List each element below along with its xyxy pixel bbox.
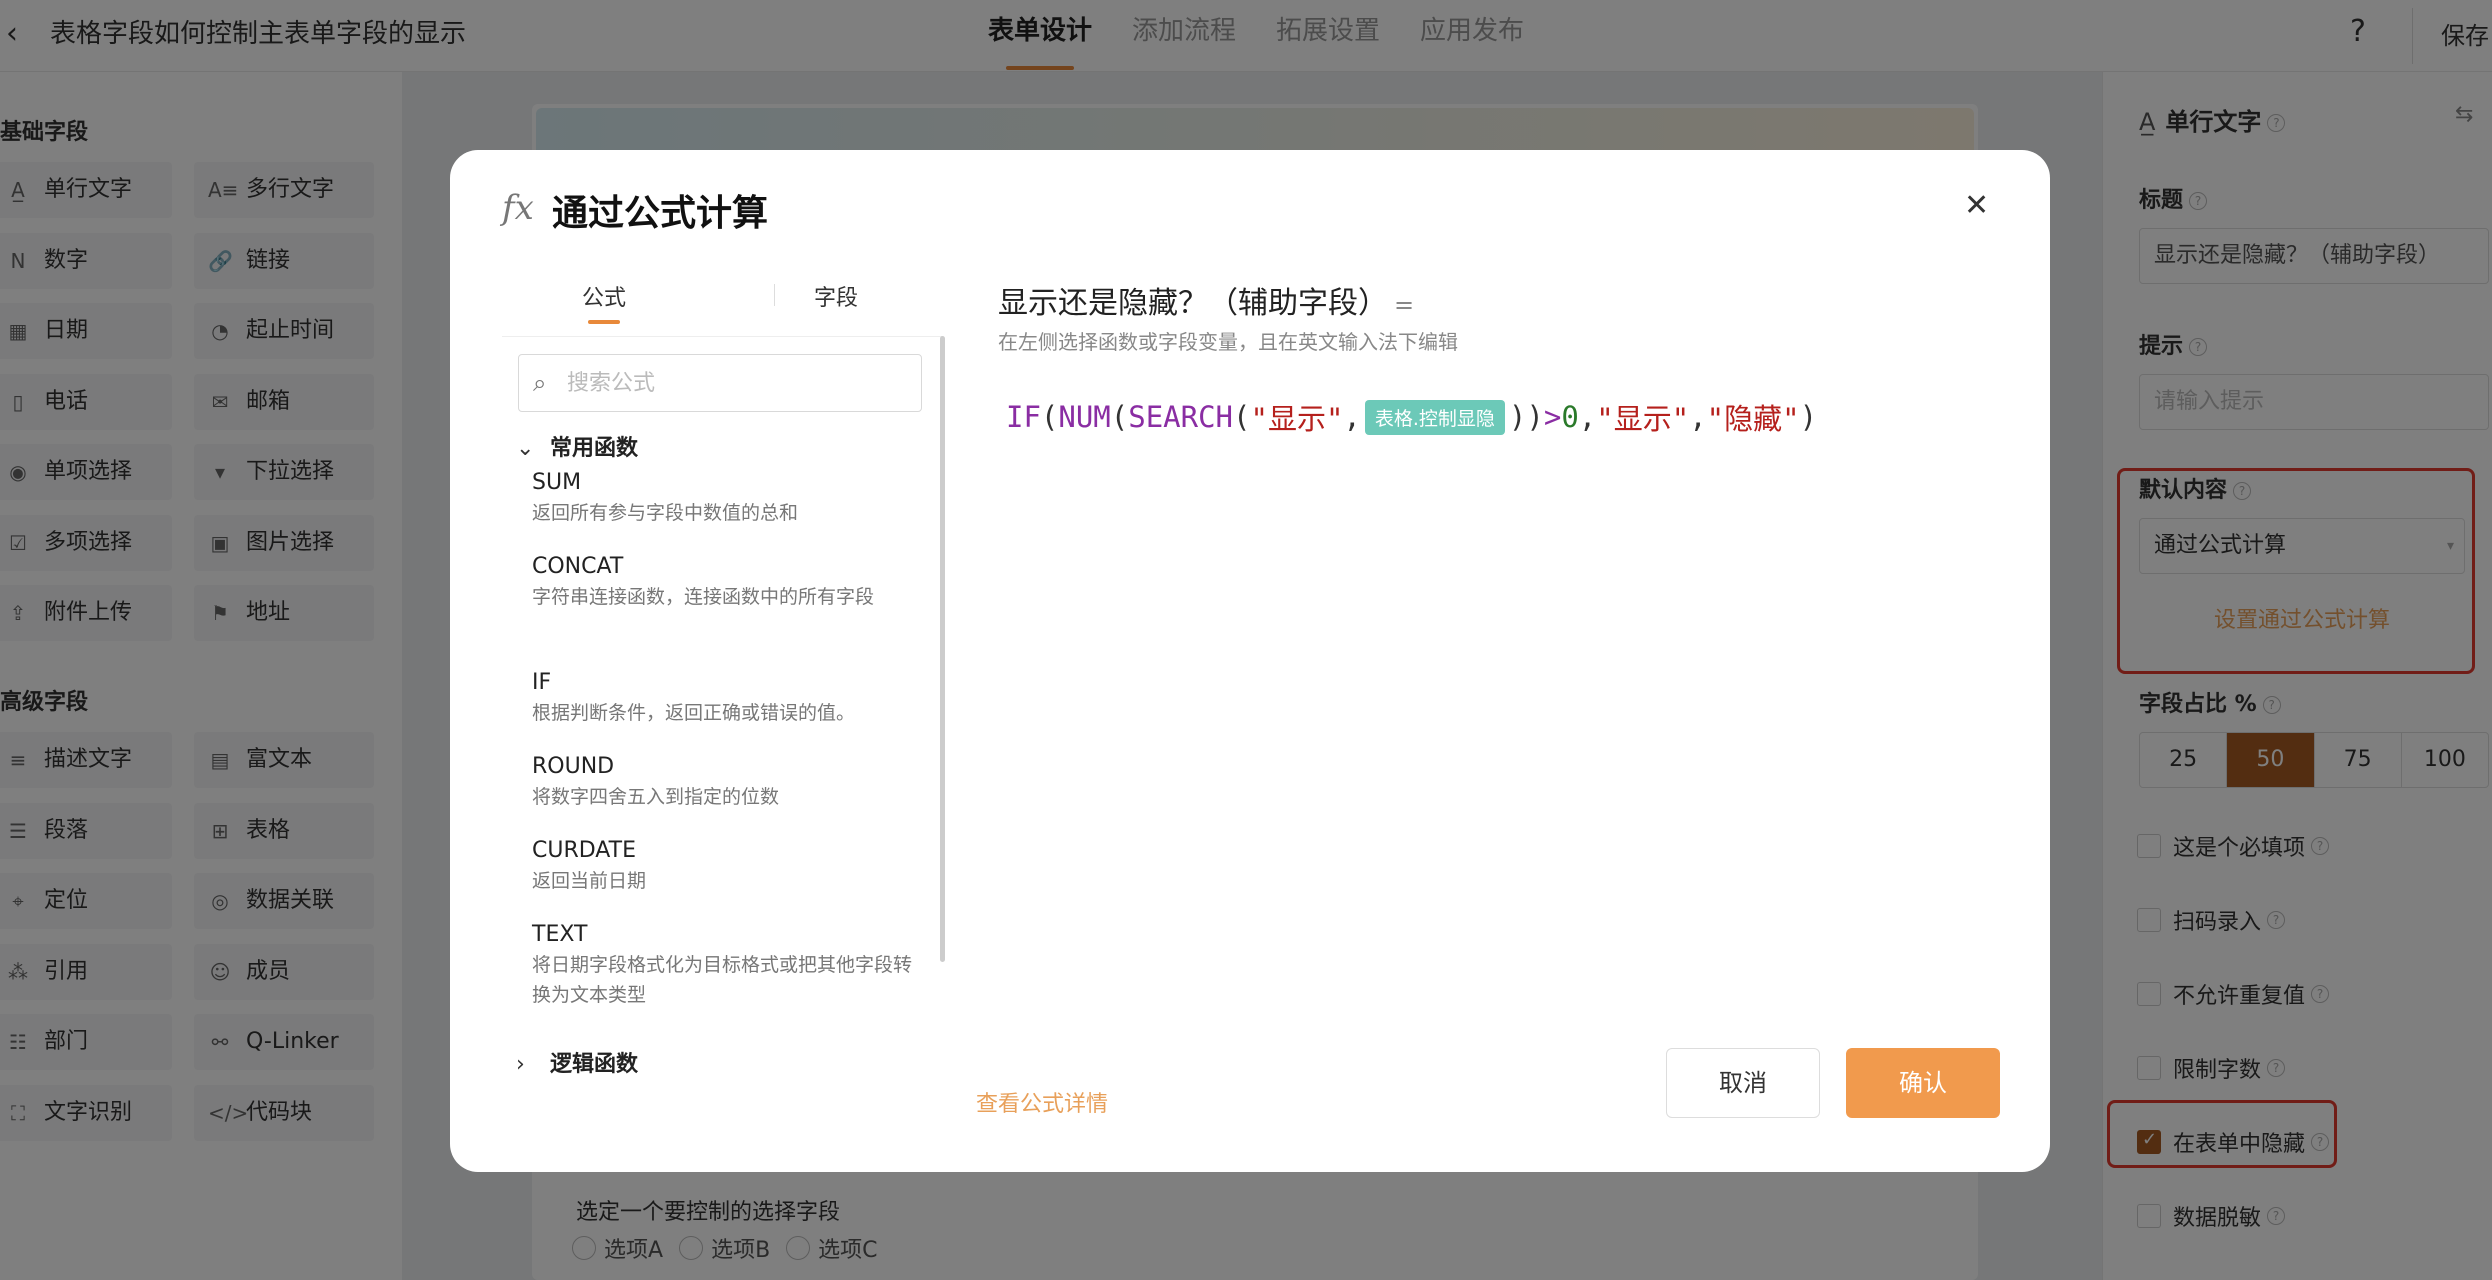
confirm-button[interactable]: 确认 [1846,1048,2000,1118]
tab-field[interactable]: 字段 [814,280,858,312]
group-logic-functions[interactable]: › 逻辑函数 [516,1046,638,1078]
function-item-concat[interactable]: CONCAT 字符串连接函数，连接函数中的所有字段 [532,552,912,612]
close-icon[interactable]: ✕ [1964,188,1989,223]
function-item-curdate[interactable]: CURDATE 返回当前日期 [532,836,912,896]
formula-dialog: fx 通过公式计算 ✕ 公式 字段 ⌕ ⌄常用函数 SUM 返回所有参与字段中数… [450,150,2050,1172]
dialog-title: 通过公式计算 [552,193,769,234]
function-list-scrollbar[interactable] [940,336,945,962]
formula-string-hide: "隐藏" [1706,402,1800,436]
function-item-if[interactable]: IF 根据判断条件，返回正确或错误的值。 [532,668,912,728]
function-item-text[interactable]: TEXT 将日期字段格式化为目标格式或把其他字段转换为文本类型 [532,920,912,1010]
dialog-tabs: 公式 字段 [502,280,942,324]
formula-fn-num: NUM [1058,400,1111,434]
formula-search: ⌕ [518,354,922,412]
function-list: ⌄ 常用函数 SUM 返回所有参与字段中数值的总和 CONCAT 字符串连接函数，… [502,430,922,1110]
tabs-divider [502,336,942,337]
formula-string-show-2: "显示" [1596,402,1690,436]
formula-string-show: "显示" [1250,402,1344,436]
function-item-sum[interactable]: SUM 返回所有参与字段中数值的总和 [532,468,912,528]
chevron-right-icon: › [516,1052,525,1077]
chevron-down-icon: ⌄ [516,436,535,461]
fx-icon: fx [502,188,534,228]
search-input[interactable] [567,363,907,403]
formula-target-title: 显示还是隐藏？（辅助字段） = [998,286,1415,321]
cancel-button[interactable]: 取消 [1666,1048,1820,1118]
formula-detail-link[interactable]: 查看公式详情 [976,1086,1108,1118]
function-item-round[interactable]: ROUND 将数字四舍五入到指定的位数 [532,752,912,812]
group-common-functions[interactable]: ⌄ 常用函数 [516,430,638,462]
formula-fn-if: IF [1006,400,1041,434]
tab-formula[interactable]: 公式 [582,280,626,324]
tab-divider [774,284,775,306]
formula-operator: > [1543,400,1562,434]
formula-field-tag[interactable]: 表格.控制显隐 [1364,399,1505,435]
formula-editor[interactable]: IF(NUM(SEARCH("显示", 表格.控制显隐)) >0, "显示", "隐藏"… [1006,396,1817,438]
formula-number: 0 [1561,400,1579,434]
formula-hint: 在左侧选择函数或字段变量，且在英文输入法下编辑 [998,330,1458,354]
formula-fn-search: SEARCH [1128,400,1234,434]
search-icon: ⌕ [533,369,547,397]
